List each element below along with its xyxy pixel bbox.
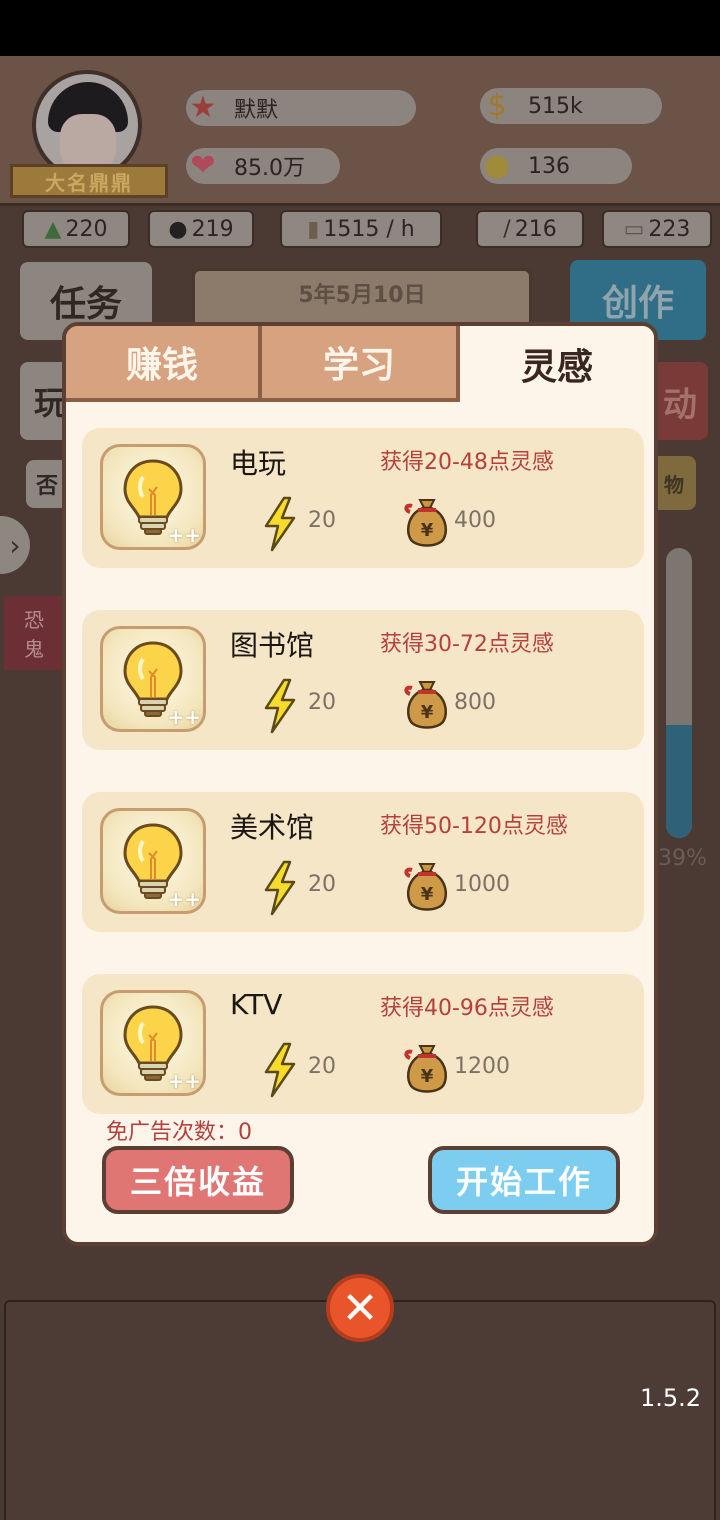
activity-card[interactable]: ++ 电玩 获得20-48点灵感 20 ¥ 400	[82, 428, 644, 568]
svg-text:¥: ¥	[421, 884, 434, 905]
scroll-icon: ▮	[307, 216, 320, 242]
bulb-icon-box: ++	[100, 808, 206, 914]
money-bag-icon: ¥	[404, 1045, 448, 1093]
bulb-icon: ●	[483, 147, 511, 183]
upgrade-badge: ++	[167, 705, 201, 729]
fans-pill: ❤ 85.0万	[186, 148, 340, 184]
stat-scroll: ▮ 1515 / h	[280, 210, 442, 248]
stat-hat: ● 219	[148, 210, 254, 248]
bulb-icon-box: ++	[100, 444, 206, 550]
money-bag-icon: $	[487, 87, 507, 123]
progress-label: 39%	[658, 846, 707, 871]
player-title-banner: 大名鼎鼎	[10, 164, 168, 198]
activity-gain: 获得40-96点灵感	[380, 996, 554, 1021]
fans-count: 85.0万	[234, 156, 305, 181]
money-bag-icon: ¥	[404, 681, 448, 729]
energy-cost: 20	[308, 690, 336, 715]
ad-free-count: 免广告次数：0	[106, 1120, 252, 1145]
stat-value: 219	[191, 216, 234, 242]
progress-fill	[666, 724, 692, 838]
hearts-icon: ❤	[190, 147, 216, 183]
lightning-icon	[264, 860, 296, 916]
activity-title: 美术馆	[230, 811, 315, 844]
activity-gain: 获得30-72点灵感	[380, 632, 554, 657]
energy-cost: 20	[308, 872, 336, 897]
brush-icon: /	[503, 216, 511, 242]
money-bag-icon: ¥	[404, 499, 448, 547]
activity-gain: 获得50-120点灵感	[380, 814, 568, 839]
side-tag-char: 恐	[24, 608, 44, 632]
svg-text:¥: ¥	[421, 702, 434, 723]
stat-mountain: ▲ 220	[22, 210, 130, 248]
mountain-icon: ▲	[44, 216, 62, 242]
item-button[interactable]: 物	[652, 456, 696, 510]
activity-title: 电玩	[230, 447, 287, 480]
close-icon[interactable]: ✕	[326, 1274, 394, 1342]
bulb-icon-box: ++	[100, 990, 206, 1096]
activity-title: 图书馆	[230, 629, 315, 662]
upgrade-badge: ++	[167, 523, 201, 547]
upgrade-badge: ++	[167, 1069, 201, 1093]
inspiration-pill: ● 136	[480, 148, 632, 184]
money-cost: 1200	[454, 1054, 510, 1079]
side-tag-char: 鬼	[24, 637, 44, 661]
money-cost: 800	[454, 690, 496, 715]
activity-card[interactable]: ++ KTV 获得40-96点灵感 20 ¥ 1200	[82, 974, 644, 1114]
lightning-icon	[264, 678, 296, 734]
tab-earn-money[interactable]: 赚钱	[66, 326, 262, 402]
tab-study[interactable]: 学习	[262, 326, 460, 402]
stat-value: 216	[514, 216, 557, 242]
star-icon: ★	[189, 89, 217, 125]
book-icon: ▭	[623, 216, 645, 242]
money-cost: 400	[454, 508, 496, 533]
triple-reward-button[interactable]: 三倍收益	[102, 1146, 294, 1214]
player-name: 默默	[234, 98, 279, 123]
version-label: 1.5.2	[640, 1384, 702, 1412]
lightning-icon	[264, 1042, 296, 1098]
activity-gain: 获得20-48点灵感	[380, 450, 554, 475]
energy-cost: 20	[308, 1054, 336, 1079]
upgrade-badge: ++	[167, 887, 201, 911]
stat-value: 223	[648, 216, 691, 242]
inspiration-amount: 136	[528, 153, 570, 179]
activity-button[interactable]: 动	[652, 362, 708, 440]
bulb-icon-box: ++	[100, 626, 206, 732]
activity-card[interactable]: ++ 美术馆 获得50-120点灵感 20 ¥ 1000	[82, 792, 644, 932]
stat-value: 220	[65, 216, 108, 242]
stat-brush: / 216	[476, 210, 584, 248]
money-cost: 1000	[454, 872, 510, 897]
work-dialog: 赚钱 学习 灵感 ++ 电玩 获得20-48点灵感 20 ¥ 400 ++ 图书…	[62, 322, 658, 1246]
lightning-icon	[264, 496, 296, 552]
player-header: 大名鼎鼎 ★ 默默 ❤ 85.0万 $ 515k ● 136	[0, 56, 720, 206]
stat-book: ▭ 223	[602, 210, 712, 248]
svg-text:¥: ¥	[421, 1066, 434, 1087]
side-expand-arrow-icon[interactable]: ›	[0, 516, 30, 574]
tab-inspiration[interactable]: 灵感	[460, 326, 654, 402]
hat-icon: ●	[168, 216, 188, 242]
money-bag-icon: ¥	[404, 863, 448, 911]
svg-text:¥: ¥	[421, 520, 434, 541]
money-pill: $ 515k	[480, 88, 662, 124]
progress-bar	[666, 548, 692, 838]
activity-title: KTV	[230, 988, 283, 1021]
stat-value: 1515 / h	[323, 216, 415, 242]
player-name-pill: ★ 默默	[186, 90, 416, 126]
money-amount: 515k	[528, 93, 583, 119]
side-event-tag[interactable]: 恐 鬼	[4, 596, 64, 670]
activity-card[interactable]: ++ 图书馆 获得30-72点灵感 20 ¥ 800	[82, 610, 644, 750]
start-work-button[interactable]: 开始工作	[428, 1146, 620, 1214]
energy-cost: 20	[308, 508, 336, 533]
